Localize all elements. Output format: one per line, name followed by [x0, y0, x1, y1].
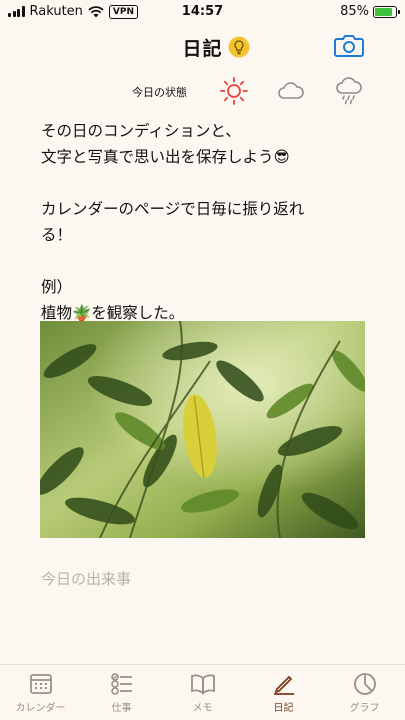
tab-label: グラフ — [349, 703, 380, 714]
pie-chart-icon — [353, 673, 376, 695]
sun-icon[interactable] — [219, 76, 249, 106]
weather-label: 今日の状態 — [132, 86, 187, 99]
camera-icon[interactable] — [334, 32, 364, 58]
tab-label: 日記 — [273, 703, 294, 714]
tab-label: カレンダー — [15, 703, 66, 714]
diary-line: カレンダーのページで日毎に振り返れ — [41, 200, 305, 218]
status-bar: Rakuten VPN 14:57 85% — [0, 0, 405, 24]
header: 日記 — [0, 28, 405, 68]
pen-icon — [273, 675, 294, 695]
rain-icon[interactable] — [334, 76, 364, 106]
diary-line: その日のコンディションと、 — [41, 122, 241, 140]
plant-photo[interactable] — [40, 321, 365, 538]
book-icon — [190, 674, 215, 695]
cloud-icon[interactable] — [276, 76, 306, 106]
lightbulb-icon[interactable] — [228, 36, 250, 58]
tab-memo[interactable]: メモ — [162, 665, 243, 720]
tab-label: 仕事 — [111, 703, 132, 714]
tab-work[interactable]: 仕事 — [81, 665, 162, 720]
diary-blank-line — [41, 248, 371, 274]
tab-bar: カレンダー 仕事 メモ 日記 グラフ — [0, 664, 405, 720]
tab-calendar[interactable]: カレンダー — [0, 665, 81, 720]
battery-fill — [375, 7, 392, 16]
diary-blank-line — [41, 170, 371, 196]
battery-percent: 85% — [340, 4, 369, 19]
calendar-icon — [29, 674, 52, 694]
tab-label: メモ — [192, 703, 213, 714]
diary-line: る！ — [41, 226, 73, 244]
battery-icon — [373, 5, 400, 18]
diary-input-placeholder[interactable]: 今日の出来事 — [41, 568, 131, 589]
weather-row: 今日の状態 — [0, 76, 405, 108]
checklist-icon — [110, 673, 132, 695]
status-right: 85% — [340, 4, 400, 19]
diary-line: 例） — [41, 278, 73, 296]
tab-graph[interactable]: グラフ — [324, 665, 405, 720]
diary-text[interactable]: その日のコンディションと、 文字と写真で思い出を保存しよう😎 カレンダーのページ… — [41, 118, 371, 326]
diary-line: 文字と写真で思い出を保存しよう😎 — [41, 148, 290, 166]
tab-diary[interactable]: 日記 — [243, 665, 324, 720]
